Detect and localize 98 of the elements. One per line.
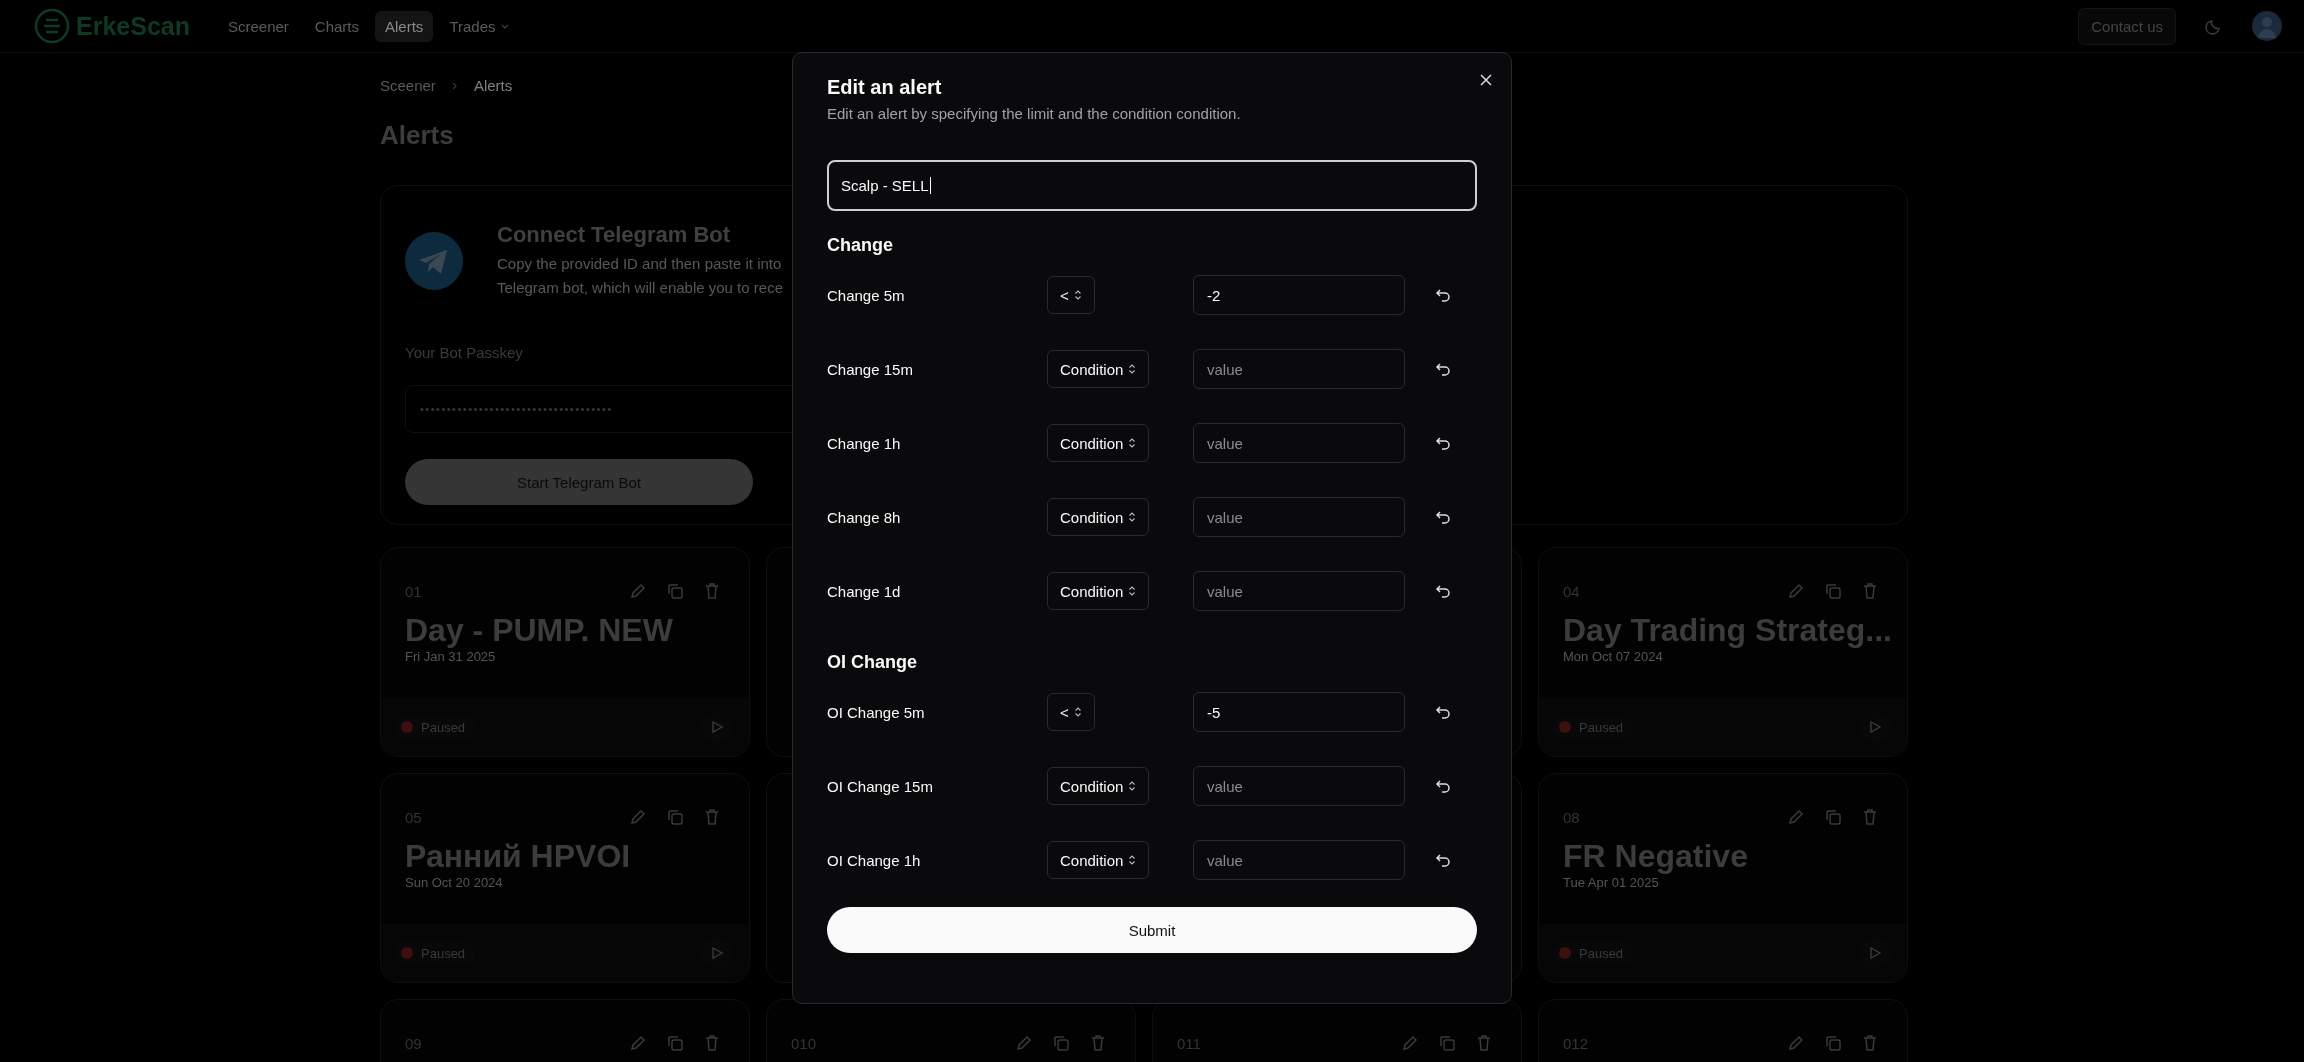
field-label: OI Change 1h <box>827 851 922 869</box>
section-heading: OI Change <box>827 652 918 673</box>
trash-icon[interactable] <box>703 1034 721 1052</box>
undo-icon[interactable] <box>1435 361 1451 377</box>
condition-select[interactable]: < <box>1047 276 1095 314</box>
telegram-description: Telegram bot, which will enable you to rece <box>497 278 783 298</box>
telegram-title: Connect Telegram Bot <box>497 222 732 248</box>
pencil-icon[interactable] <box>629 582 647 600</box>
name-field[interactable]: Scalp - SELL <box>827 160 1477 211</box>
pencil-icon[interactable] <box>1787 582 1805 600</box>
trash-icon[interactable] <box>1861 808 1879 826</box>
up-down-icon <box>1128 780 1137 792</box>
dialog-title: Edit an alert <box>827 76 943 99</box>
undo-icon[interactable] <box>1435 435 1451 451</box>
copy-icon[interactable] <box>1824 808 1842 826</box>
passkey-label: Your Bot Passkey <box>405 344 524 361</box>
up-down-icon <box>1128 511 1137 523</box>
undo-icon[interactable] <box>1435 509 1451 525</box>
play-icon <box>1868 946 1882 960</box>
copy-icon[interactable] <box>1438 1034 1456 1052</box>
play-icon <box>710 946 724 960</box>
field-label: Change 1d <box>827 582 902 600</box>
pencil-icon[interactable] <box>1787 808 1805 826</box>
value-field[interactable]: value <box>1193 766 1405 806</box>
alert-date: Tue Apr 01 2025 <box>1562 875 1660 890</box>
logo-icon <box>34 8 70 44</box>
copy-icon[interactable] <box>666 1034 684 1052</box>
pencil-icon[interactable] <box>629 1034 647 1052</box>
trash-icon[interactable] <box>1475 1034 1493 1052</box>
undo-icon[interactable] <box>1435 852 1451 868</box>
condition-select[interactable]: Condition <box>1047 350 1150 388</box>
field-label: OI Change 5m <box>827 703 926 721</box>
telegram-description: Copy the provided ID and then paste it into <box>497 254 783 274</box>
pencil-icon[interactable] <box>1787 1034 1805 1052</box>
trash-icon[interactable] <box>703 582 721 600</box>
alert-title: FR Negative <box>1562 837 1749 875</box>
trash-icon[interactable] <box>1089 1034 1107 1052</box>
trash-icon[interactable] <box>1861 1034 1879 1052</box>
trash-icon[interactable] <box>1861 582 1879 600</box>
up-down-icon <box>1073 289 1082 301</box>
undo-icon[interactable] <box>1435 287 1451 303</box>
alert-date: Mon Oct 07 2024 <box>1562 649 1664 664</box>
field-label: Change 1h <box>827 434 902 452</box>
field-label: Change 15m <box>827 360 914 378</box>
undo-icon[interactable] <box>1435 704 1451 720</box>
nav-link[interactable]: Charts <box>304 10 370 42</box>
alert-title: Ранний HPVOI <box>404 837 632 875</box>
condition-select[interactable]: Condition <box>1047 498 1150 536</box>
condition-select[interactable]: Condition <box>1047 572 1150 610</box>
play-icon <box>710 720 724 734</box>
nav-link[interactable]: Screener <box>217 10 299 42</box>
trash-icon[interactable] <box>703 808 721 826</box>
logo-text: ErkeScan <box>76 11 190 41</box>
value-field[interactable]: -5 <box>1193 692 1405 732</box>
avatar-icon[interactable] <box>2252 11 2282 41</box>
alert-title: Day - PUMP. NEW <box>404 611 674 649</box>
field-label: Change 8h <box>827 508 902 526</box>
section-heading: Change <box>827 235 894 256</box>
nav-link[interactable]: Trades <box>439 10 520 42</box>
play-icon <box>1868 720 1882 734</box>
pencil-icon[interactable] <box>629 808 647 826</box>
up-down-icon <box>1128 585 1137 597</box>
condition-select[interactable]: Condition <box>1047 767 1150 805</box>
copy-icon[interactable] <box>1052 1034 1070 1052</box>
field-label: OI Change 15m <box>827 777 934 795</box>
alert-title: Day Trading Strateg... <box>1562 611 1893 649</box>
submit-button[interactable]: Submit <box>827 907 1477 953</box>
pencil-icon[interactable] <box>1015 1034 1033 1052</box>
undo-icon[interactable] <box>1435 778 1451 794</box>
value-field[interactable]: value <box>1193 497 1405 537</box>
copy-icon[interactable] <box>666 582 684 600</box>
breadcrumb-link[interactable]: Sceener <box>380 77 436 94</box>
breadcrumb-link[interactable]: Alerts <box>473 77 513 94</box>
alert-date: Sun Oct 20 2024 <box>404 875 504 890</box>
value-field[interactable]: value <box>1193 349 1405 389</box>
copy-icon[interactable] <box>1824 1034 1842 1052</box>
field-label: Change 5m <box>827 286 906 304</box>
value-field[interactable]: value <box>1193 423 1405 463</box>
up-down-icon <box>1128 437 1137 449</box>
up-down-icon <box>1128 854 1137 866</box>
copy-icon[interactable] <box>666 808 684 826</box>
alert-date: Fri Jan 31 2025 <box>404 649 497 664</box>
up-down-icon <box>1073 706 1082 718</box>
up-down-icon <box>1128 363 1137 375</box>
condition-select[interactable]: < <box>1047 693 1095 731</box>
close-icon[interactable] <box>1479 73 1493 87</box>
condition-select[interactable]: Condition <box>1047 841 1150 879</box>
page-title: Alerts <box>380 120 454 151</box>
telegram-icon <box>405 232 463 290</box>
pencil-icon[interactable] <box>1401 1034 1419 1052</box>
value-field[interactable]: -2 <box>1193 275 1405 315</box>
copy-icon[interactable] <box>1824 582 1842 600</box>
nav-link[interactable]: Alerts <box>375 10 434 42</box>
value-field[interactable]: value <box>1193 840 1405 880</box>
value-field[interactable]: value <box>1193 571 1405 611</box>
dialog-subtitle: Edit an alert by specifying the limit and the condition condition. <box>827 105 1242 122</box>
undo-icon[interactable] <box>1435 583 1451 599</box>
condition-select[interactable]: Condition <box>1047 424 1150 462</box>
